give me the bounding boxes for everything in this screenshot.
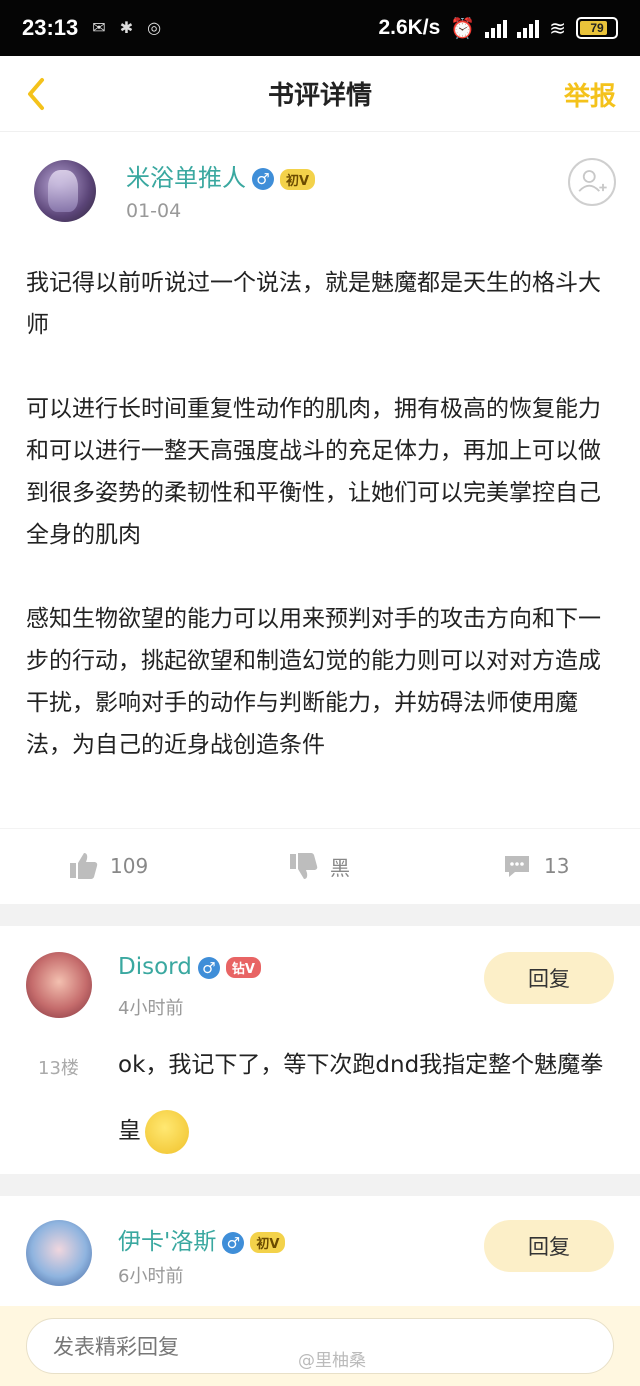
battery-icon: 79 (576, 17, 618, 39)
nav-bar: 书评详情 举报 (0, 56, 640, 132)
comment-time: 4小时前 (118, 998, 184, 1019)
notification-icon-2: ✱ (119, 20, 134, 37)
commenter-name-row: 伊卡'洛斯 ♂ 初V (118, 1222, 286, 1256)
floor-number: 13楼 (38, 1058, 79, 1079)
male-icon: ♂ (197, 956, 220, 979)
comment-text: ok，我记下了，等下次跑dnd我指定整个魅魔拳皇 (118, 1052, 604, 1144)
commenter-avatar[interactable] (26, 1220, 92, 1286)
post-paragraph: 我记得以前听说过一个说法，就是魅魔都是天生的格斗大师 (26, 270, 601, 338)
comment-text-block: ok，我记下了，等下次跑dnd我指定整个魅魔拳皇 (118, 1032, 618, 1164)
back-arrow-icon[interactable] (18, 72, 58, 116)
signal-icon-2 (517, 18, 540, 38)
male-icon: ♂ (252, 168, 274, 190)
comment-item: Disord ♂ 钻V 4小时前 回复 13楼 ok，我记下了，等下次跑dnd我指定… (0, 926, 640, 1174)
notification-icon: ✉ (92, 20, 106, 37)
like-button[interactable]: 109 (68, 851, 148, 881)
dislike-button[interactable]: 黑 (288, 851, 350, 881)
section-divider (0, 1174, 640, 1196)
commenter-avatar[interactable] (26, 952, 92, 1018)
male-icon: ♂ (222, 1231, 245, 1254)
author-name[interactable]: 米浴单推人 (126, 164, 246, 192)
reply-button[interactable]: 回复 (484, 1220, 614, 1272)
reply-bar: 发表精彩回复 @里柚桑 (0, 1306, 640, 1386)
post-paragraph: 可以进行长时间重复性动作的肌肉，拥有极高的恢复能力和可以进行一整天高强度战斗的充… (26, 396, 601, 548)
commenter-name[interactable]: 伊卡'洛斯 (118, 1229, 216, 1255)
alarm-icon: ⏰ (450, 17, 476, 40)
section-divider (0, 904, 640, 926)
thumbs-up-icon (70, 853, 98, 879)
notification-icon-3: ◎ (147, 20, 162, 37)
commenter-name-row: Disord ♂ 钻V (118, 954, 261, 980)
battery-level: 79 (590, 21, 604, 35)
comment-item: 伊卡'洛斯 ♂ 初V 6小时前 回复 (0, 1196, 640, 1306)
author-name-row: 米浴单推人 ♂ 初V (126, 158, 316, 193)
comment-icon (505, 856, 529, 877)
author-avatar[interactable] (34, 160, 96, 222)
comment-count: 13 (544, 854, 570, 878)
reply-input-placeholder: 发表精彩回复 (53, 1335, 179, 1359)
comment-button[interactable]: 13 (502, 851, 569, 881)
watermark: @里柚桑 (298, 1351, 366, 1371)
status-bar: 23:13 ✉ ✱ ◎ 2.6K/s ⏰ ≋ 79 (0, 0, 640, 56)
network-speed: 2.6K/s (378, 16, 441, 39)
commenter-name[interactable]: Disord (118, 954, 192, 980)
level-badge: 钻V (225, 957, 261, 978)
level-badge: 初V (250, 1232, 286, 1253)
thumbs-down-icon (290, 853, 318, 879)
laughing-emoji-icon (145, 1109, 189, 1154)
comment-time: 6小时前 (118, 1266, 184, 1287)
post-actions: 109 黑 13 (0, 828, 640, 904)
report-button[interactable]: 举报 (564, 76, 616, 113)
post-content: 我记得以前听说过一个说法，就是魅魔都是天生的格斗大师 可以进行长时间重复性动作的… (26, 262, 616, 808)
reply-button[interactable]: 回复 (484, 952, 614, 1004)
post-paragraph: 感知生物欲望的能力可以用来预判对手的攻击方向和下一步的行动，挑起欲望和制造幻觉的… (26, 606, 601, 758)
level-badge: 初V (280, 168, 316, 190)
post-date: 01-04 (126, 200, 182, 222)
dislike-label: 黑 (330, 855, 350, 880)
wifi-icon: ≋ (549, 17, 566, 40)
status-time: 23:13 (22, 15, 79, 40)
page-title: 书评详情 (267, 81, 372, 111)
like-count: 109 (110, 854, 149, 878)
signal-icon (485, 18, 508, 38)
follow-user-icon[interactable] (568, 158, 616, 206)
